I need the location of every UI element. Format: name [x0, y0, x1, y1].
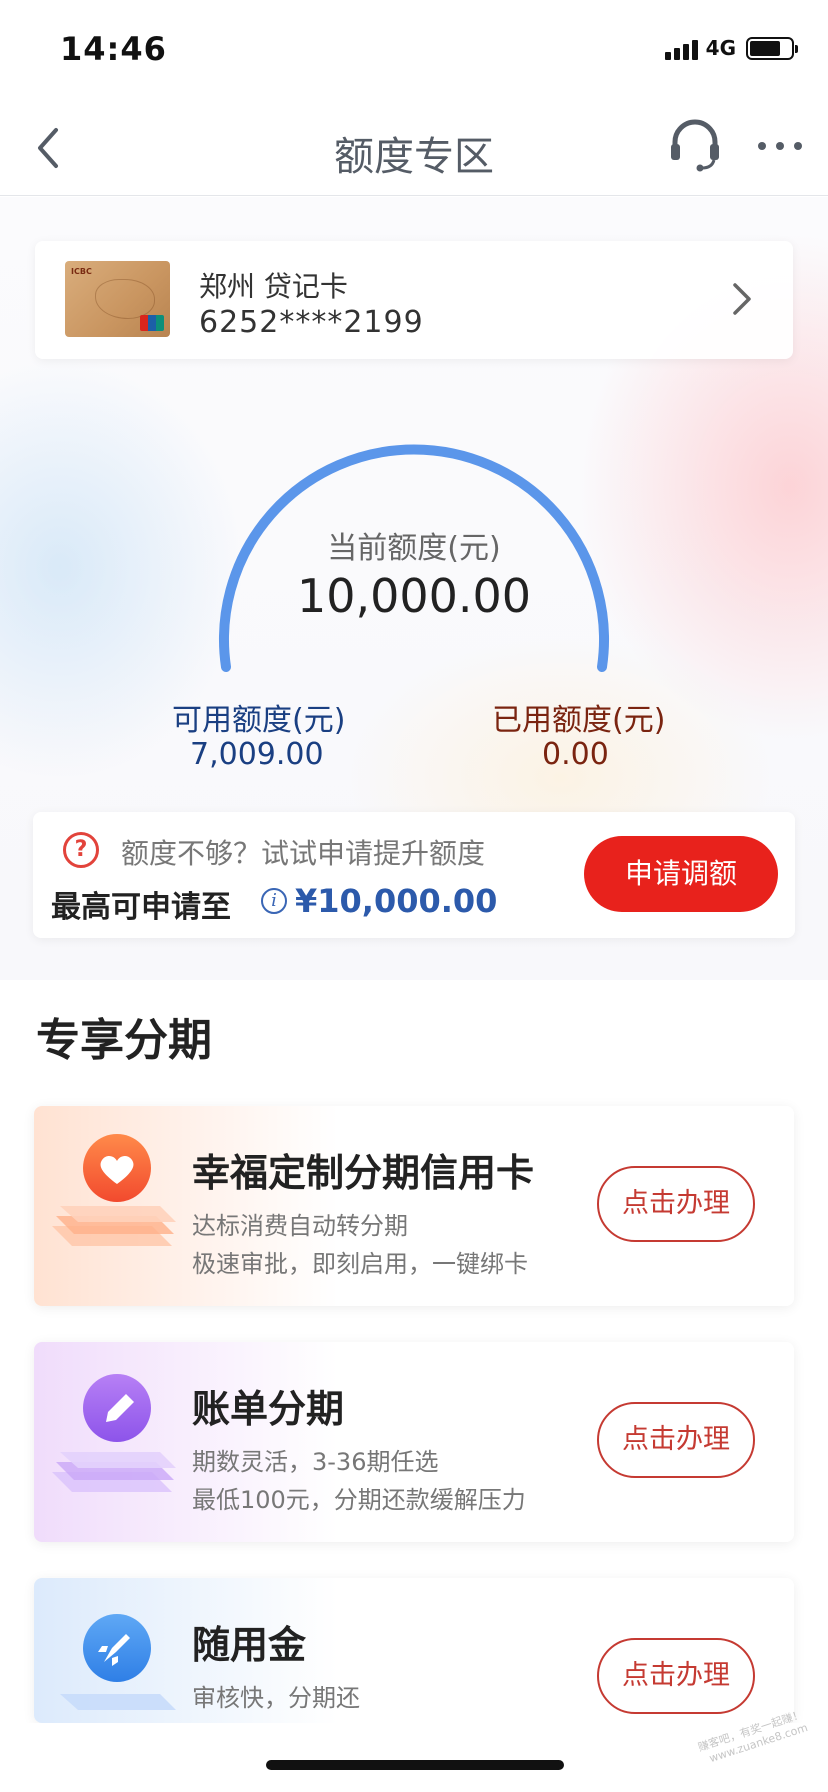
- home-indicator[interactable]: [266, 1760, 564, 1770]
- product-desc-1: 审核快，分期还: [192, 1684, 360, 1712]
- product-desc-2: 最低100元，分期还款缓解压力: [192, 1486, 526, 1514]
- signal-icon: [664, 36, 698, 60]
- product-title: 随用金: [192, 1623, 307, 1667]
- card-thumbnail: ICBC: [65, 261, 170, 337]
- apply-button[interactable]: 点击办理: [597, 1402, 755, 1478]
- current-limit-label: 当前额度(元): [327, 531, 501, 566]
- limit-hero: ICBC 郑州 贷记卡 6252****2199 当前额度(元) 10,000.…: [0, 197, 828, 980]
- battery-icon: [746, 36, 798, 60]
- heart-icon: [52, 1134, 176, 1246]
- product-desc-1: 期数灵活，3-36期任选: [192, 1448, 439, 1476]
- status-time: 14:46: [60, 30, 167, 68]
- product-title: 幸福定制分期信用卡: [192, 1151, 535, 1195]
- nav-bar: 额度专区: [0, 100, 828, 196]
- question-icon: ?: [63, 832, 99, 868]
- bank-logo: ICBC: [71, 267, 92, 276]
- status-indicators: 4G: [664, 36, 798, 60]
- max-apply-label: 最高可申请至: [51, 890, 231, 925]
- card-number: 6252****2199: [199, 305, 424, 340]
- max-apply-amount: ¥10,000.00: [295, 882, 498, 920]
- product-title: 账单分期: [192, 1387, 345, 1431]
- info-icon[interactable]: i: [261, 888, 287, 914]
- pencil-icon: [52, 1374, 176, 1492]
- headset-icon[interactable]: [664, 114, 726, 176]
- card-selector[interactable]: ICBC 郑州 贷记卡 6252****2199: [35, 241, 793, 359]
- used-limit-value: 0.00: [542, 737, 609, 772]
- available-limit-value: 7,009.00: [190, 737, 324, 772]
- apply-adjust-button[interactable]: 申请调额: [584, 836, 778, 912]
- unionpay-icon: [140, 315, 164, 331]
- status-bar: 14:46 4G: [0, 0, 828, 100]
- product-card-happiness[interactable]: 幸福定制分期信用卡 达标消费自动转分期 极速审批，即刻启用，一键绑卡 点击办理: [34, 1106, 794, 1306]
- battery-level: [750, 40, 780, 56]
- product-card-cash[interactable]: 随用金 审核快，分期还 点击办理: [34, 1578, 794, 1723]
- product-desc-2: 极速审批，即刻启用，一键绑卡: [192, 1250, 528, 1278]
- card-name: 郑州 贷记卡: [199, 270, 348, 303]
- product-desc-1: 达标消费自动转分期: [192, 1212, 408, 1240]
- more-dots-icon[interactable]: [752, 118, 808, 174]
- network-type: 4G: [705, 36, 736, 60]
- product-card-bill-installment[interactable]: 账单分期 期数灵活，3-36期任选 最低100元，分期还款缓解压力 点击办理: [34, 1342, 794, 1542]
- apply-button[interactable]: 点击办理: [597, 1166, 755, 1242]
- raise-hint: 额度不够？试试申请提升额度: [121, 837, 486, 870]
- section-title: 专享分期: [36, 1015, 212, 1066]
- available-limit-label: 可用额度(元): [172, 703, 346, 738]
- card-map-pattern: [95, 279, 155, 319]
- rocket-icon: [60, 1614, 176, 1710]
- raise-limit-card: ? 额度不够？试试申请提升额度 最高可申请至 i ¥10,000.00 申请调额: [33, 812, 795, 938]
- used-limit-label: 已用额度(元): [492, 703, 666, 738]
- chevron-right-icon: [733, 283, 751, 315]
- current-limit-value: 10,000.00: [296, 569, 532, 623]
- apply-button[interactable]: 点击办理: [597, 1638, 755, 1714]
